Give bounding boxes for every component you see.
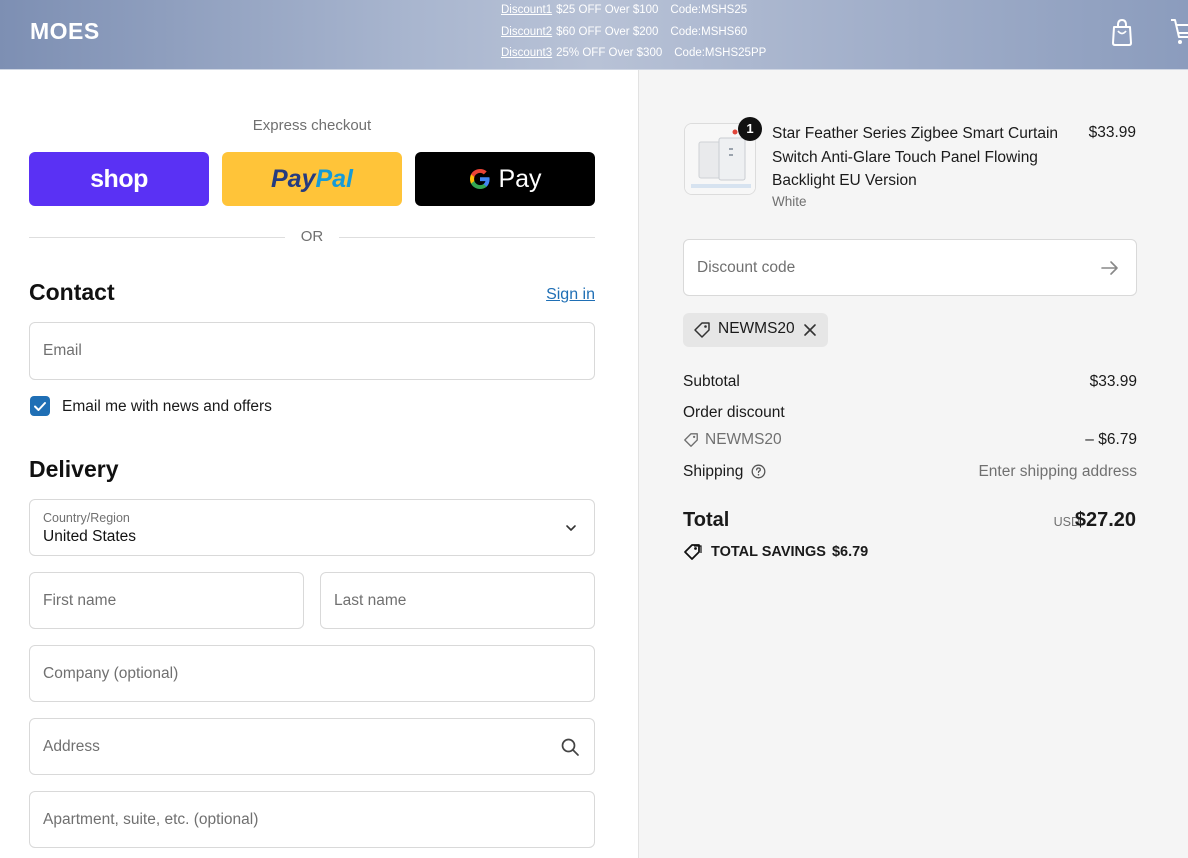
address-field[interactable]: Address [29,718,595,775]
discount-code-field[interactable]: Discount code [683,239,1137,296]
order-discount-code: NEWMS20 [705,431,782,448]
paypal-label-pal: Pal [315,164,353,193]
shipping-row: Shipping Enter shipping address [683,463,1137,481]
country-value: United States [43,528,137,545]
promo-link[interactable]: Discount1 [501,4,552,16]
order-discount-row: Order discount [683,404,1137,422]
checkout-form: Express checkout shop Pay Pal Pay OR Cont… [0,70,638,858]
applied-code-label: NEWMS20 [718,320,795,337]
subtotal-label: Subtotal [683,373,740,390]
remove-discount-icon[interactable] [803,323,817,337]
google-pay-label: Pay [498,164,542,193]
tag-icon [693,321,711,339]
discount-placeholder: Discount code [697,259,796,276]
paypal-label-pay: Pay [270,164,316,193]
store-header: MOES Discount1 $25 OFF Over $100 Code:MSHS… [0,0,1188,70]
store-logo[interactable]: MOES [30,18,100,45]
country-label: Country/Region [43,511,130,525]
promo-link[interactable]: Discount2 [501,26,552,38]
first-name-placeholder: First name [43,592,117,609]
promo-row: Discount2 $60 OFF Over $200 Code:MSHS60 [501,22,766,44]
or-divider: OR [29,228,595,248]
or-label: OR [300,228,324,245]
company-field[interactable]: Company (optional) [29,645,595,702]
newsletter-checkbox[interactable] [30,396,50,416]
last-name-placeholder: Last name [334,592,407,609]
product-price: $33.99 [1088,124,1136,141]
shop-pay-button[interactable]: shop [29,152,209,206]
checkmark-icon [34,402,46,411]
newsletter-label[interactable]: Email me with news and offers [62,398,272,416]
bag-icon[interactable] [1108,17,1136,47]
divider-line [29,237,285,238]
savings-label: TOTAL SAVINGS [711,544,826,560]
promo-text: 25% OFF Over $300 [556,47,663,59]
paypal-button[interactable]: Pay Pal [222,152,402,206]
sign-in-link[interactable]: Sign in [546,286,595,304]
email-placeholder: Email [43,342,82,359]
promo-row: Discount3 25% OFF Over $300 Code:MSHS25PP [501,43,766,65]
product-name: Star Feather Series Zigbee Smart Curtain… [772,125,1059,189]
help-circle-icon[interactable] [751,464,766,479]
product-variant: White [772,194,807,209]
promo-link[interactable]: Discount3 [501,47,552,59]
promo-code: Code:MSHS25 [670,4,748,16]
shipping-label: Shipping [683,463,744,480]
applied-discount-tag: NEWMS20 [683,313,828,347]
google-g-icon [468,167,492,191]
promo-text: $60 OFF Over $200 [556,25,659,38]
total-savings: TOTAL SAVINGS $6.79 [711,544,868,560]
promo-code: Code:MSHS60 [670,25,748,38]
promo-row: Discount1 $25 OFF Over $100 Code:MSHS25 [501,0,766,22]
quantity-badge: 1 [738,117,762,141]
order-discount-code-row: NEWMS20 – $6.79 [683,431,1137,449]
order-discount-label: Order discount [683,404,785,421]
email-field[interactable]: Email [29,322,595,380]
subtotal-value: $33.99 [1089,373,1137,390]
promo-banner: Discount1 $25 OFF Over $100 Code:MSHS25 Di… [501,0,766,65]
last-name-field[interactable]: Last name [320,572,595,629]
promo-code: Code:MSHS25PP [674,47,767,59]
apartment-placeholder: Apartment, suite, etc. (optional) [43,811,259,828]
divider-line [339,237,595,238]
savings-value: $6.79 [831,544,869,560]
shop-pay-label: shop [90,164,148,193]
shipping-value: Enter shipping address [978,463,1137,480]
delivery-heading: Delivery [29,456,119,482]
arrow-right-icon[interactable] [1100,258,1120,278]
order-summary: 1 Star Feather Series Zigbee Smart Curta… [638,70,1188,858]
chevron-down-icon [564,521,578,535]
express-checkout-title: Express checkout [252,117,372,134]
contact-heading: Contact [29,279,115,305]
total-label: Total [683,509,730,531]
search-icon [560,737,580,757]
google-pay-button[interactable]: Pay [415,152,595,206]
company-placeholder: Company (optional) [43,665,179,682]
first-name-field[interactable]: First name [29,572,304,629]
country-select[interactable]: Country/Region United States [29,499,595,556]
tag-icon [683,432,699,448]
savings-tag-icon [683,543,703,561]
apartment-field[interactable]: Apartment, suite, etc. (optional) [29,791,595,848]
cart-icon[interactable] [1168,17,1188,47]
promo-text: $25 OFF Over $100 [556,4,659,16]
order-discount-value: – $6.79 [1085,431,1137,448]
address-placeholder: Address [43,738,100,755]
subtotal-row: Subtotal $33.99 [683,373,1137,391]
total-value: $27.20 [1074,509,1136,531]
